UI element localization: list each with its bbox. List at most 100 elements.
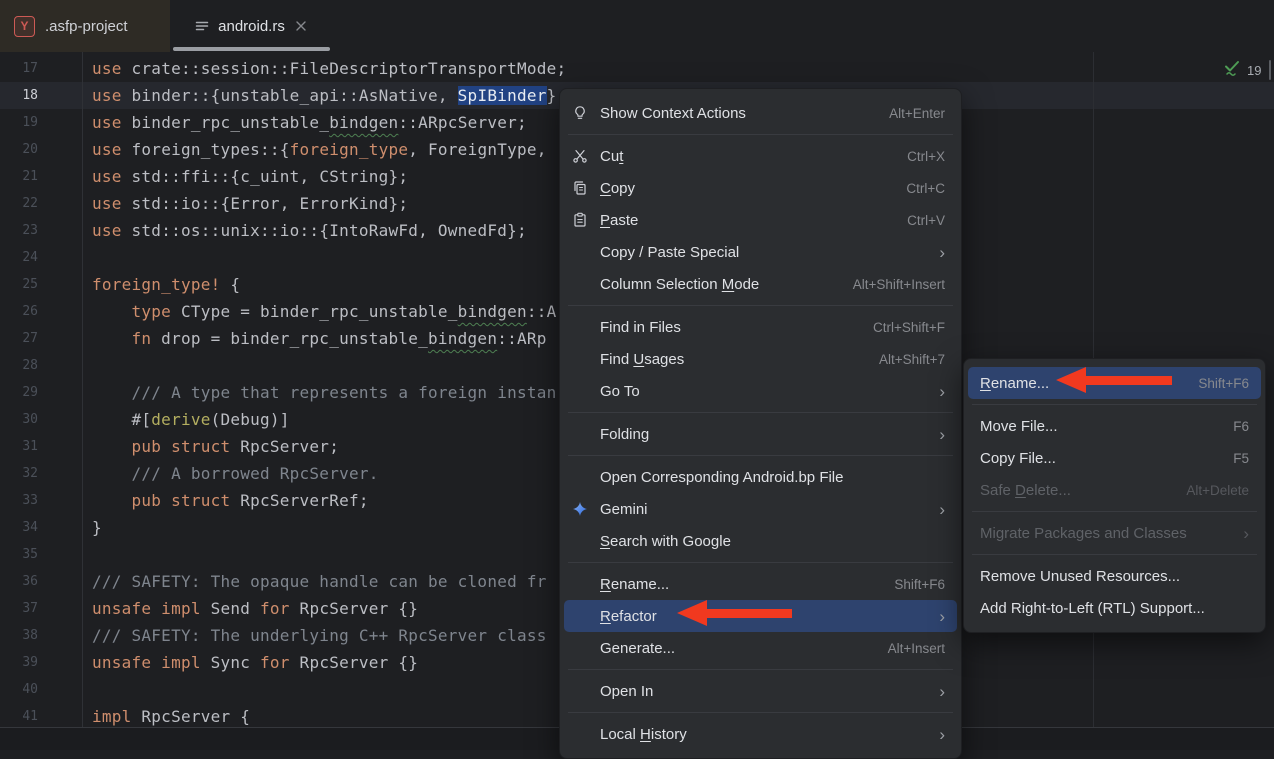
code-line[interactable]: type CType = binder_rpc_unstable_bindgen… [92,298,566,325]
arrow-head-icon [1056,367,1086,393]
code-line[interactable]: /// SAFETY: The underlying C++ RpcServer… [92,622,566,649]
menu-item-go-to[interactable]: Go To› [564,375,957,407]
code-line[interactable]: use std::ffi::{c_uint, CString}; [92,163,566,190]
code-line[interactable] [92,244,566,271]
menu-item-column-selection-mode[interactable]: Column Selection ModeAlt+Shift+Insert [564,268,957,300]
shortcut-hint: Alt+Shift+7 [879,352,945,367]
tab-android-rs[interactable]: android.rs [173,0,330,52]
menu-item-show-context-actions[interactable]: Show Context ActionsAlt+Enter [564,97,957,129]
line-number-gutter[interactable]: 1718192021222324252627282930313233343536… [0,55,38,727]
code-line[interactable]: use std::io::{Error, ErrorKind}; [92,190,566,217]
menu-item-folding[interactable]: Folding› [564,418,957,450]
chevron-right-icon: › [1243,525,1249,542]
line-number[interactable]: 32 [0,460,38,487]
copy-icon [572,180,596,196]
code-line[interactable] [92,676,566,703]
menu-item-open-in[interactable]: Open In › [564,675,957,707]
line-number[interactable]: 22 [0,190,38,217]
line-number[interactable]: 33 [0,487,38,514]
annotation-arrow-refactor [677,600,792,626]
line-number[interactable]: 27 [0,325,38,352]
close-icon[interactable] [293,18,309,34]
line-number[interactable]: 34 [0,514,38,541]
menu-item-label: Move File... [980,418,1058,435]
menu-item-copy-file[interactable]: Copy File...F5 [968,442,1261,474]
line-number[interactable]: 21 [0,163,38,190]
menu-separator [972,404,1257,405]
code-line[interactable]: use foreign_types::{foreign_type, Foreig… [92,136,566,163]
code-line[interactable] [92,541,566,568]
scrollbar-marker [1269,60,1271,80]
menu-item-label: Go To [600,383,640,400]
menu-item-label: Copy [600,180,635,197]
code-line[interactable]: use binder_rpc_unstable_bindgen::ARpcSer… [92,109,566,136]
line-number[interactable]: 39 [0,649,38,676]
menu-separator [568,562,953,563]
line-number[interactable]: 30 [0,406,38,433]
code-line[interactable]: unsafe impl Sync for RpcServer {} [92,649,566,676]
menu-item-find-usages[interactable]: Find UsagesAlt+Shift+7 [564,343,957,375]
line-number[interactable]: 19 [0,109,38,136]
project-widget[interactable]: Y .asfp-project [0,0,170,52]
line-number[interactable]: 20 [0,136,38,163]
code-area[interactable]: use crate::session::FileDescriptorTransp… [92,55,566,727]
menu-item-gemini[interactable]: Gemini› [564,493,957,525]
code-line[interactable]: unsafe impl Send for RpcServer {} [92,595,566,622]
tab-bar: Y .asfp-project android.rs [0,0,1274,53]
code-line[interactable]: /// A type that represents a foreign ins… [92,379,566,406]
menu-item-copy-paste-special[interactable]: Copy / Paste Special› [564,236,957,268]
line-number[interactable]: 25 [0,271,38,298]
menu-item-label: Local History [600,726,687,743]
line-number[interactable]: 23 [0,217,38,244]
code-line[interactable]: fn drop = binder_rpc_unstable_bindgen::A… [92,325,566,352]
code-line[interactable]: /// SAFETY: The opaque handle can be clo… [92,568,566,595]
menu-item-move-file[interactable]: Move File...F6 [968,410,1261,442]
menu-item-label: Open In [600,683,653,700]
code-line[interactable]: } [92,514,566,541]
line-number[interactable]: 31 [0,433,38,460]
line-number[interactable]: 38 [0,622,38,649]
menu-item-add-right-to-left-rtl-support[interactable]: Add Right-to-Left (RTL) Support... [968,592,1261,624]
menu-item-cut[interactable]: CutCtrl+X [564,140,957,172]
menu-item-label: Open Corresponding Android.bp File [600,469,844,486]
line-number[interactable]: 40 [0,676,38,703]
selected-text: SpIBinder [458,86,547,105]
inspections-widget[interactable]: 19 [1222,59,1261,82]
line-number[interactable]: 37 [0,595,38,622]
line-number[interactable]: 35 [0,541,38,568]
menu-item-local-history[interactable]: Local History› [564,718,957,750]
menu-separator [568,712,953,713]
code-line[interactable]: pub struct RpcServerRef; [92,487,566,514]
menu-item-label: Show Context Actions [600,105,746,122]
refactor-submenu: Rename...Shift+F6Move File...F6Copy File… [963,358,1266,633]
line-number[interactable]: 28 [0,352,38,379]
line-number[interactable]: 18 [0,82,38,109]
code-line[interactable]: /// A borrowed RpcServer. [92,460,566,487]
menu-item-generate[interactable]: Generate...Alt+Insert [564,632,957,664]
line-number[interactable]: 24 [0,244,38,271]
line-number[interactable]: 41 [0,703,38,727]
code-line[interactable]: impl RpcServer { [92,703,566,727]
code-line[interactable]: use crate::session::FileDescriptorTransp… [92,55,566,82]
active-tab-underline [173,47,330,51]
menu-item-open-corresponding-android-bp-file[interactable]: Open Corresponding Android.bp File [564,461,957,493]
code-line[interactable]: pub struct RpcServer; [92,433,566,460]
menu-item-remove-unused-resources[interactable]: Remove Unused Resources... [968,560,1261,592]
line-number[interactable]: 36 [0,568,38,595]
line-number[interactable]: 26 [0,298,38,325]
menu-item-rename[interactable]: Rename...Shift+F6 [564,568,957,600]
menu-item-find-in-files[interactable]: Find in FilesCtrl+Shift+F [564,311,957,343]
menu-item-paste[interactable]: PasteCtrl+V [564,204,957,236]
code-line[interactable]: foreign_type! { [92,271,566,298]
code-line[interactable]: #[derive(Debug)] [92,406,566,433]
chevron-right-icon: › [939,683,945,700]
menu-item-copy[interactable]: CopyCtrl+C [564,172,957,204]
menu-item-search-with-google[interactable]: Search with Google [564,525,957,557]
code-line[interactable]: use binder::{unstable_api::AsNative, SpI… [92,82,566,109]
code-line[interactable]: use std::os::unix::io::{IntoRawFd, Owned… [92,217,566,244]
line-number[interactable]: 17 [0,55,38,82]
menu-separator [568,134,953,135]
line-number[interactable]: 29 [0,379,38,406]
shortcut-hint: Ctrl+X [907,149,945,164]
code-line[interactable] [92,352,566,379]
